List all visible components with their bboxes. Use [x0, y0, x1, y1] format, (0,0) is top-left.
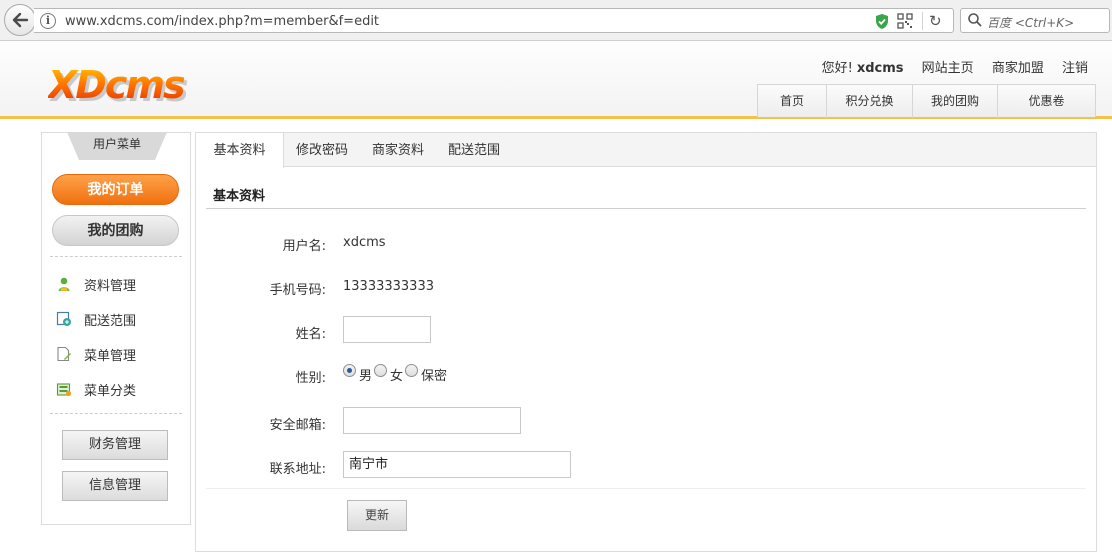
- back-button[interactable]: [4, 4, 36, 36]
- main-panel: 基本资料 修改密码 商家资料 配送范围 基本资料 用户名: xdcms 手机号码…: [195, 132, 1097, 552]
- gender-radio-group: 男 女 保密: [343, 364, 449, 384]
- user-icon: [58, 277, 70, 291]
- sidebar-divider: [50, 256, 182, 257]
- sidebar-item-label: 菜单分类: [84, 383, 137, 399]
- name-input[interactable]: [343, 316, 431, 343]
- nav-points-exchange[interactable]: 积分兑换: [827, 85, 913, 118]
- tab-merchant-info[interactable]: 商家资料: [360, 133, 436, 167]
- nav-home[interactable]: 首页: [758, 85, 827, 118]
- tab-delivery-range[interactable]: 配送范围: [436, 133, 512, 167]
- url-text: www.xdcms.com/index.php?m=member&f=edit: [65, 14, 380, 29]
- email-label: 安全邮箱:: [269, 418, 326, 433]
- sidebar-title: 用户菜单: [67, 132, 167, 160]
- gender-secret-label: 保密: [421, 369, 448, 384]
- sidebar-item-delivery-area[interactable]: 配送范围: [56, 309, 136, 329]
- site-logo[interactable]: XDcms: [48, 63, 186, 107]
- site-header: XDcms XDcms 您好!xdcms 网站主页 商家加盟 注销 首页 积分兑…: [0, 41, 1112, 119]
- map-icon: [56, 311, 71, 326]
- sidebar-item-menu-management[interactable]: 菜单管理: [56, 344, 136, 364]
- logout-link[interactable]: 注销: [1062, 61, 1088, 76]
- search-icon: [968, 13, 982, 27]
- browser-toolbar: i www.xdcms.com/index.php?m=member&f=edi…: [0, 0, 1112, 41]
- search-input[interactable]: 百度 <Ctrl+K>: [960, 8, 1110, 33]
- tab-bar: 基本资料 修改密码 商家资料 配送范围: [196, 133, 1096, 168]
- gender-male-radio[interactable]: [343, 364, 356, 377]
- gender-label: 性别:: [295, 371, 326, 386]
- shield-icon[interactable]: [874, 13, 890, 30]
- section-title: 基本资料: [213, 189, 266, 204]
- greeting-text: 您好!: [821, 61, 853, 76]
- sidebar-item-profile[interactable]: 资料管理: [56, 274, 136, 294]
- arrow-left-icon: [12, 12, 29, 28]
- search-placeholder: 百度 <Ctrl+K>: [987, 16, 1075, 30]
- sidebar-item-label: 配送范围: [84, 313, 137, 329]
- user-links: 您好! xdcms 网站主页 商家加盟 注销: [822, 57, 1088, 76]
- tab-change-password[interactable]: 修改密码: [284, 133, 360, 167]
- name-label: 姓名:: [295, 327, 326, 342]
- merchant-join-link[interactable]: 商家加盟: [992, 61, 1044, 76]
- info-management-button[interactable]: 信息管理: [62, 471, 168, 501]
- sidebar-item-label: 资料管理: [84, 278, 137, 294]
- form-divider: [206, 488, 1086, 489]
- qr-code-icon[interactable]: [897, 13, 913, 29]
- update-button[interactable]: 更新: [347, 500, 407, 531]
- phone-label: 手机号码:: [269, 283, 326, 298]
- nav-my-group-buy[interactable]: 我的团购: [913, 85, 998, 118]
- tab-basic-info[interactable]: 基本资料: [196, 133, 284, 168]
- reload-icon[interactable]: ↻: [929, 12, 942, 30]
- email-input[interactable]: [343, 407, 521, 434]
- main-nav: 首页 积分兑换 我的团购 优惠卷: [757, 84, 1096, 118]
- gender-female-label: 女: [390, 369, 404, 384]
- username-label: 用户名:: [282, 239, 326, 254]
- address-input[interactable]: 南宁市: [343, 451, 571, 478]
- home-link[interactable]: 网站主页: [922, 61, 974, 76]
- toolbar-divider: [922, 12, 923, 30]
- gender-male-label: 男: [359, 369, 373, 384]
- finance-management-button[interactable]: 财务管理: [62, 430, 168, 460]
- address-label: 联系地址:: [269, 462, 326, 477]
- gender-secret-radio[interactable]: [405, 364, 419, 377]
- document-edit-icon: [57, 346, 71, 362]
- my-orders-button[interactable]: 我的订单: [52, 174, 179, 205]
- user-sidebar: 用户菜单 我的订单 我的团购 资料管理 配送范围 菜单管理 菜单分类 财务管理 …: [41, 132, 191, 525]
- gender-female-radio[interactable]: [374, 364, 388, 377]
- section-divider: [206, 208, 1086, 209]
- sidebar-divider: [50, 413, 182, 414]
- my-group-buy-button[interactable]: 我的团购: [52, 215, 179, 246]
- address-bar[interactable]: i www.xdcms.com/index.php?m=member&f=edi…: [34, 8, 954, 33]
- phone-value: 13333333333: [343, 279, 434, 294]
- sidebar-item-label: 菜单管理: [84, 348, 137, 364]
- folder-icon: [56, 383, 72, 397]
- sidebar-item-menu-category[interactable]: 菜单分类: [56, 379, 136, 399]
- nav-coupons[interactable]: 优惠卷: [998, 85, 1095, 118]
- username-text: xdcms: [856, 61, 904, 76]
- info-icon[interactable]: i: [40, 13, 56, 29]
- username-value: xdcms: [343, 235, 386, 250]
